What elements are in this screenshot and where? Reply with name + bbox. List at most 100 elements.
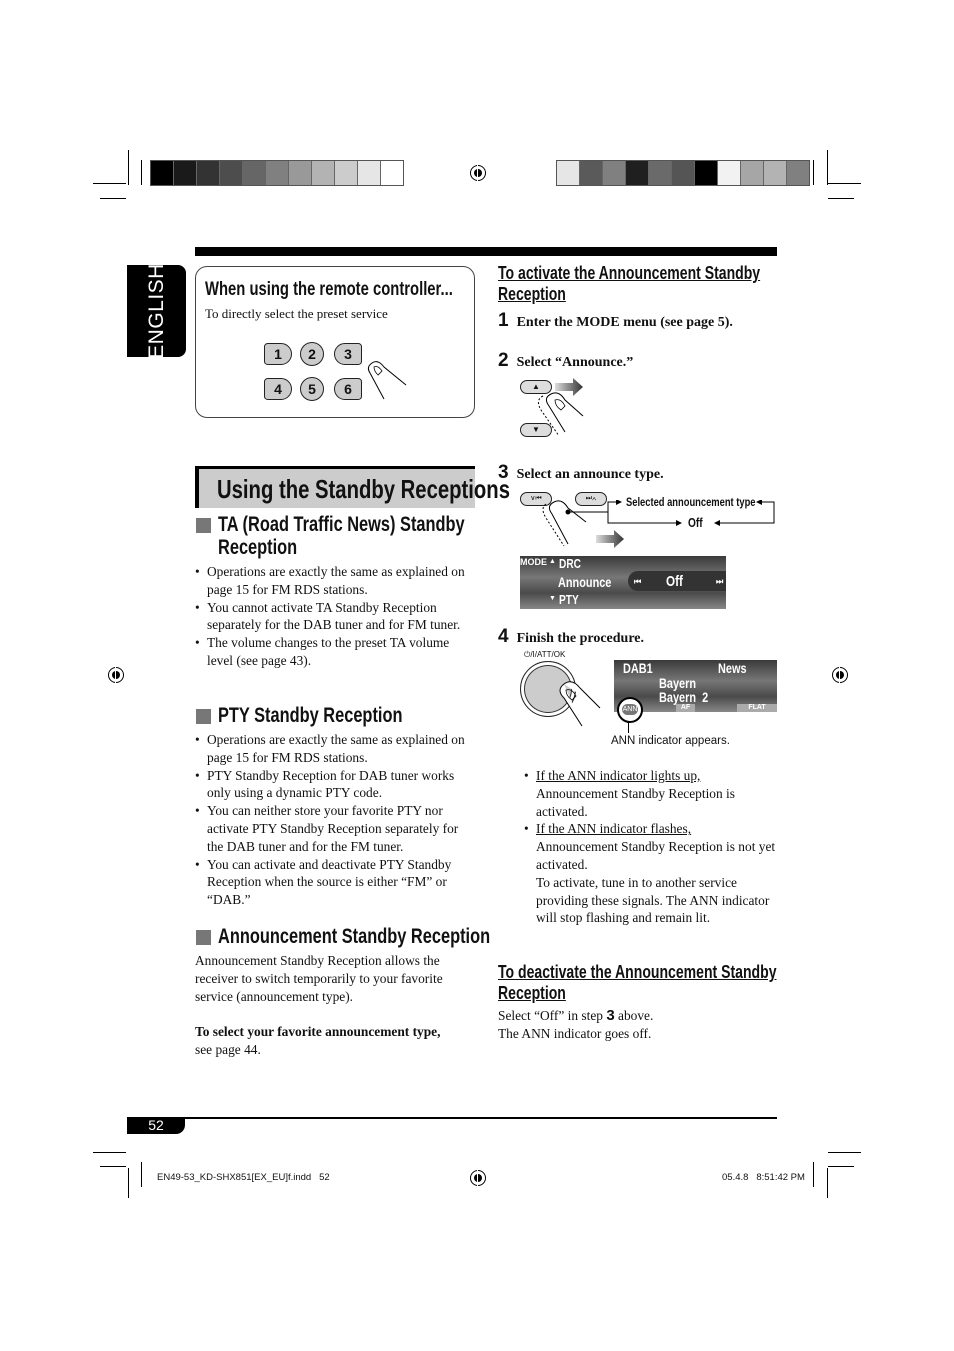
note-text: Announcement Standby Reception is not ye… xyxy=(536,839,776,872)
crop-mark xyxy=(828,1166,854,1167)
prev-icon: ⏮ xyxy=(634,577,642,586)
lcd-prev-item: DRC xyxy=(559,556,581,571)
remote-controller-box: When using the remote controller... To d… xyxy=(195,266,475,418)
step-text: Finish the procedure. xyxy=(516,631,645,646)
lcd-source: DAB1 xyxy=(623,660,653,676)
finger-icon xyxy=(559,681,601,727)
color-swatch xyxy=(626,161,649,185)
preset-key-6: 6 xyxy=(334,378,362,400)
step-text: Enter the MODE menu (see page 5). xyxy=(516,315,733,330)
ann-tip: To select your favorite announcement typ… xyxy=(195,1023,477,1059)
color-swatch xyxy=(197,161,220,185)
color-swatch xyxy=(266,161,289,185)
activate-heading: To activate the Announcement Standby xyxy=(498,263,761,283)
step-3: 3 Select an announce type. xyxy=(498,462,664,484)
ann-heading: Announcement Standby Reception xyxy=(218,925,491,948)
timestamp: 05.4.8 8:51:42 PM xyxy=(722,1172,805,1183)
crop-mark xyxy=(100,1166,126,1167)
mode-label: MODE xyxy=(520,557,547,567)
selected-announcement-type-label: Selected announcement type xyxy=(626,495,756,509)
language-label: ENGLISH xyxy=(144,263,168,359)
crop-mark xyxy=(141,160,142,185)
color-swatch xyxy=(718,161,741,185)
page-title: Using the Standby Receptions xyxy=(217,474,510,504)
section-marker-icon xyxy=(196,518,211,533)
step-1: 1 Enter the MODE menu (see page 5). xyxy=(498,310,733,332)
language-tab: ENGLISH xyxy=(127,263,186,359)
color-swatch xyxy=(174,161,197,185)
list-item: You cannot activate TA Standby Reception… xyxy=(195,599,477,635)
color-swatch xyxy=(649,161,672,185)
finger-icon xyxy=(367,361,407,400)
lcd-current-item: Announce xyxy=(558,574,612,590)
note-extra: To activate, tune in to another service … xyxy=(536,874,770,926)
crop-mark xyxy=(93,1152,126,1153)
deactivate-heading-cont: Reception xyxy=(498,983,566,1003)
step-number: 1 xyxy=(498,310,509,331)
section-title-banner: Using the Standby Receptions xyxy=(195,466,510,508)
finger-icon xyxy=(537,392,584,437)
note-condition: If the ANN indicator flashes, xyxy=(536,821,692,837)
color-swatch xyxy=(695,161,718,185)
section-marker-icon xyxy=(196,930,211,945)
step-text: Select “Announce.” xyxy=(516,355,634,370)
preset-key-3: 3 xyxy=(334,343,362,365)
color-swatch xyxy=(289,161,312,185)
header-rule xyxy=(195,247,777,256)
color-swatch xyxy=(335,161,358,185)
ann-tip-bold: To select your favorite announcement typ… xyxy=(195,1024,441,1039)
list-item: Operations are exactly the same as expla… xyxy=(195,731,477,767)
step-4: 4 Finish the procedure. xyxy=(498,626,644,648)
crop-mark xyxy=(813,1162,814,1187)
remote-box-title: When using the remote controller... xyxy=(205,279,453,300)
list-item: PTY Standby Reception for DAB tuner work… xyxy=(195,767,477,803)
footer-rule xyxy=(127,1117,777,1119)
note-condition: If the ANN indicator lights up, xyxy=(536,768,701,783)
off-label: Off xyxy=(688,515,703,530)
list-item: You can neither store your favorite PTY … xyxy=(195,802,477,855)
color-calibration-bar-right xyxy=(556,160,810,186)
step-number: 4 xyxy=(498,626,509,647)
callout-line xyxy=(628,721,629,733)
color-swatch xyxy=(741,161,764,185)
ta-heading-cont: Reception xyxy=(218,536,298,559)
color-swatch xyxy=(787,161,809,185)
crop-mark xyxy=(827,150,828,185)
preset-key-4: 4 xyxy=(264,378,292,400)
remote-box-subtitle: To directly select the preset service xyxy=(205,306,388,321)
ann-indicator: ANN xyxy=(622,704,638,715)
ann-tip-rest: see page 44. xyxy=(195,1041,261,1057)
ann-notes: If the ANN indicator lights up, Announcem… xyxy=(524,767,776,927)
deactivate-body: Select “Off” in step 3 above. The ANN in… xyxy=(498,1007,778,1043)
arrow-right-icon xyxy=(596,530,624,548)
step-text: Select an announce type. xyxy=(516,467,664,482)
crop-mark xyxy=(128,150,129,185)
color-swatch xyxy=(358,161,381,185)
color-swatch xyxy=(603,161,626,185)
color-swatch xyxy=(381,161,403,185)
next-icon: ⏭ xyxy=(716,577,724,586)
crop-mark xyxy=(828,198,854,199)
color-swatch xyxy=(580,161,603,185)
list-item: If the ANN indicator flashes, Announcemen… xyxy=(524,820,776,927)
lcd-value: Off xyxy=(666,573,683,590)
crop-mark xyxy=(128,1168,129,1198)
color-calibration-bar-left xyxy=(150,160,404,186)
color-swatch xyxy=(243,161,266,185)
step-number: 3 xyxy=(498,462,509,483)
activate-heading-cont: Reception xyxy=(498,284,566,304)
color-swatch xyxy=(557,161,580,185)
crop-mark xyxy=(141,1162,142,1187)
color-swatch xyxy=(312,161,335,185)
crop-mark xyxy=(93,183,126,184)
preset-key-5: 5 xyxy=(300,377,324,401)
down-arrow-icon: ▼ xyxy=(549,595,556,602)
crop-mark xyxy=(828,183,861,184)
registration-mark-icon xyxy=(470,163,486,183)
pty-heading: PTY Standby Reception xyxy=(218,704,403,727)
ta-heading: TA (Road Traffic News) Standby xyxy=(218,513,465,536)
page-number: 52 xyxy=(127,1117,185,1134)
list-item: Operations are exactly the same as expla… xyxy=(195,563,477,599)
deactivate-text: The ANN indicator goes off. xyxy=(498,1025,652,1041)
mode-menu-display: MODE ▲ DRC Announce ⏮ Off ⏭ ▼ PTY xyxy=(520,556,726,609)
